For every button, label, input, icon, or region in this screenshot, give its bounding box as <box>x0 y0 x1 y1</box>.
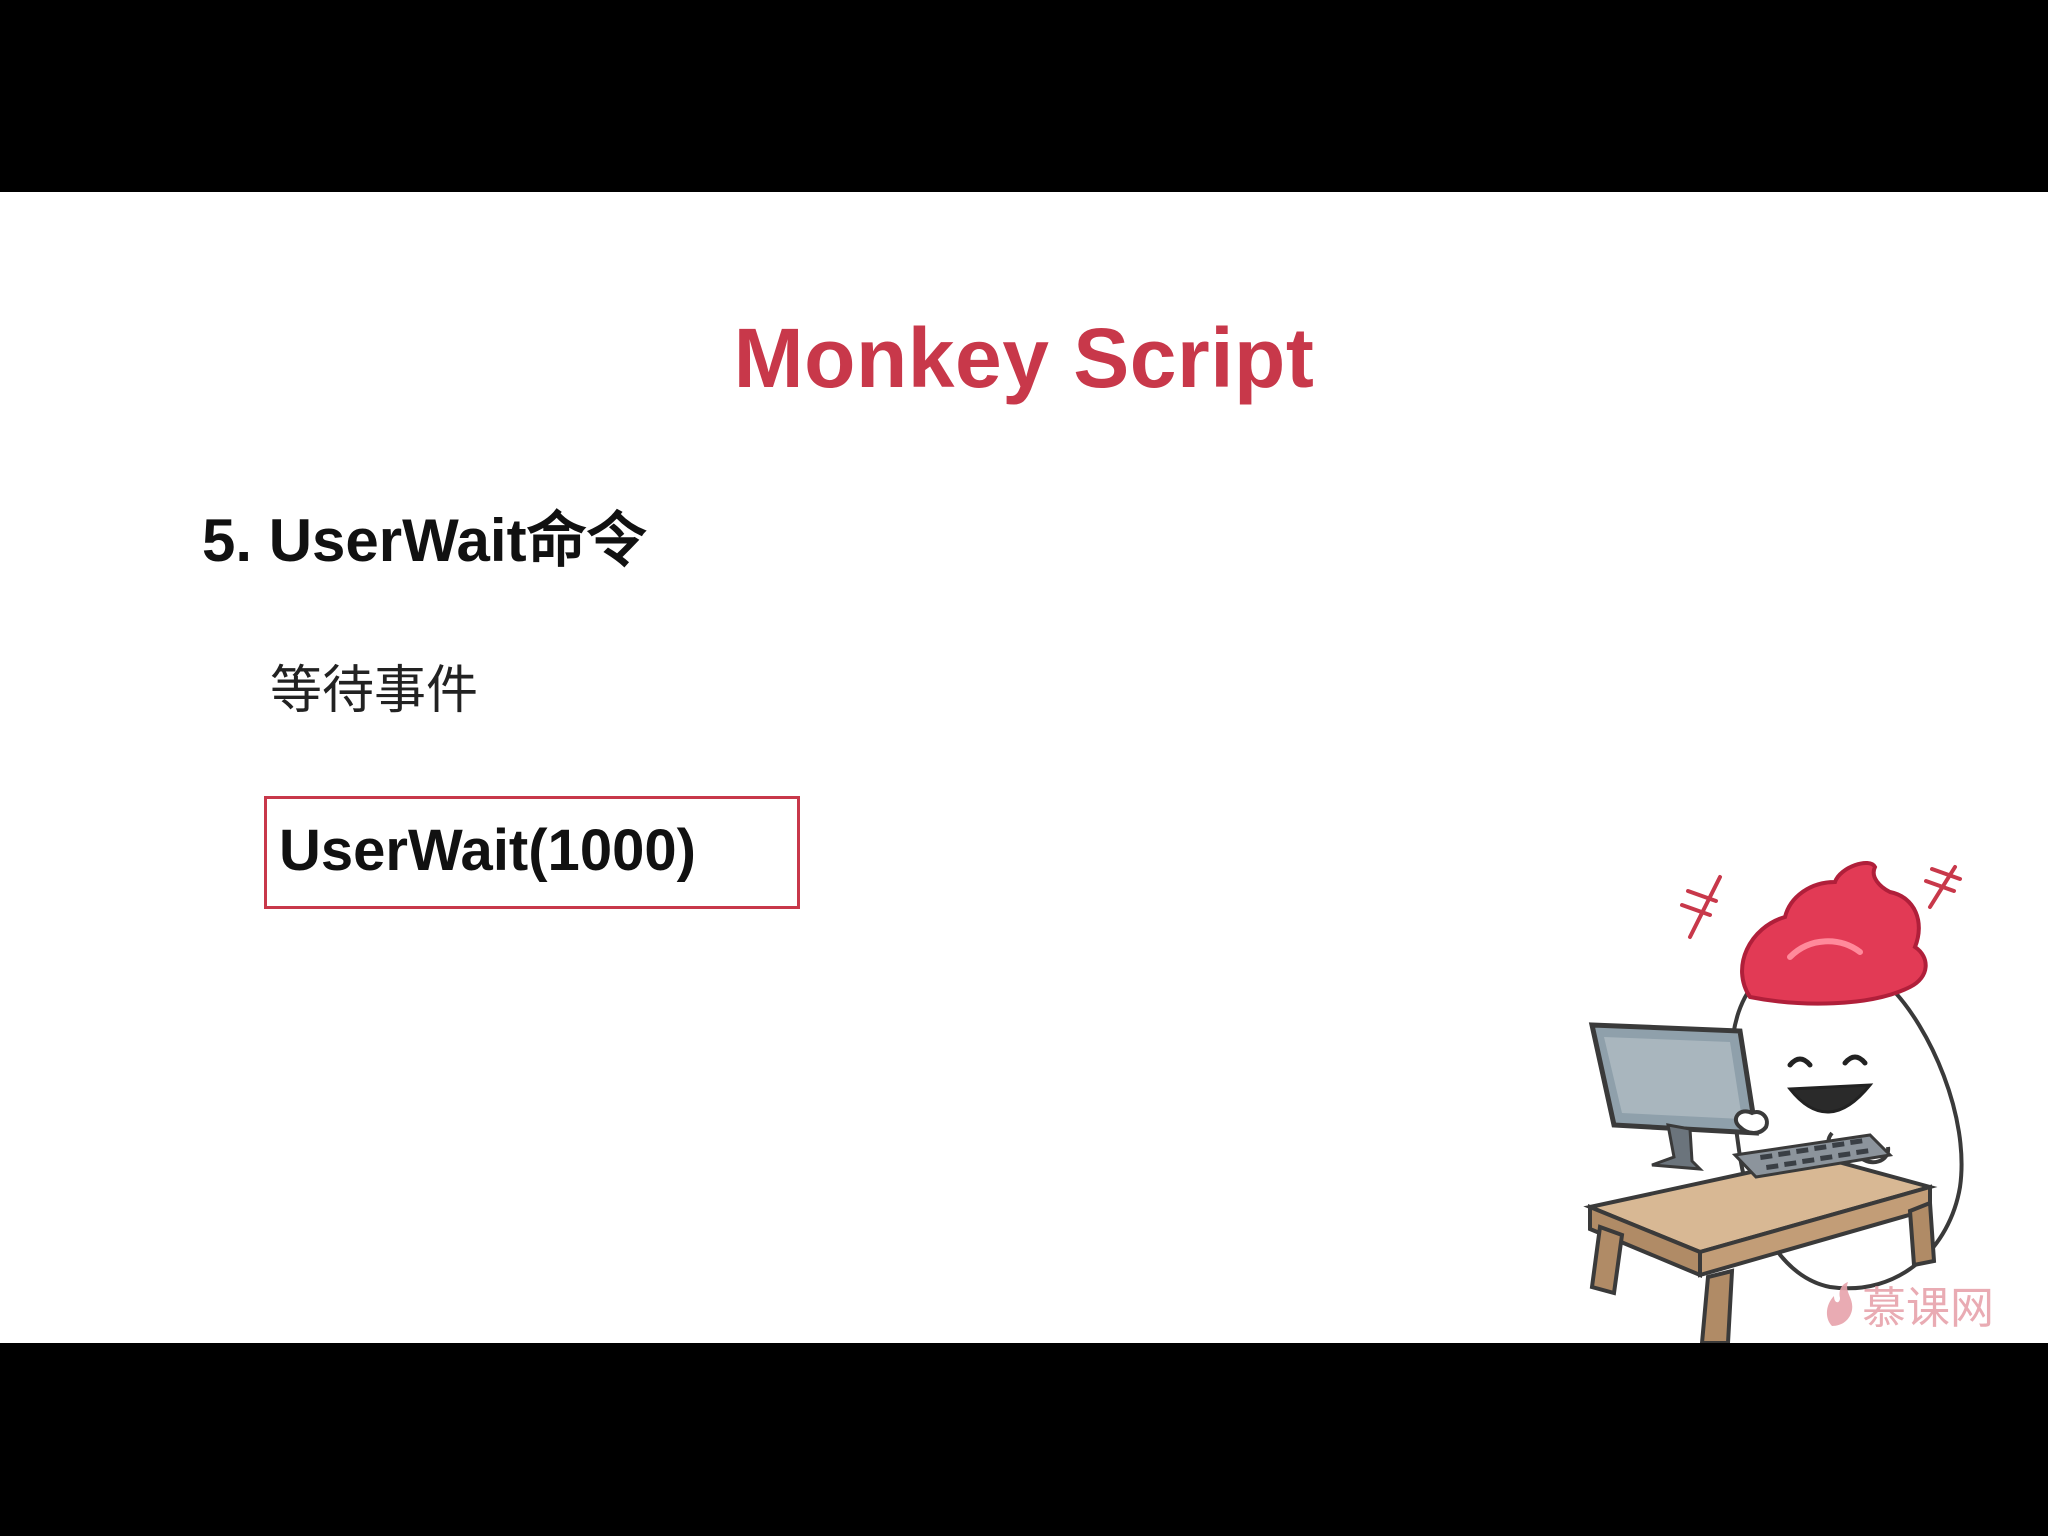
video-frame: Monkey Script 5. UserWait命令 等待事件 UserWai… <box>0 0 2048 1536</box>
sparkle-left-icon <box>1680 875 1722 939</box>
site-watermark: 慕课网 <box>1822 1272 1994 1336</box>
presentation-slide: Monkey Script 5. UserWait命令 等待事件 UserWai… <box>0 192 2048 1343</box>
command-description: 等待事件 <box>270 661 479 721</box>
letterbox-top <box>0 0 2048 192</box>
flame-logo-icon <box>1826 1282 1853 1326</box>
mascot-at-computer-illustration <box>1583 861 1964 1343</box>
code-example-text: UserWait(1000) <box>279 818 696 883</box>
letterbox-bottom <box>0 1343 2048 1536</box>
watermark-text: 慕课网 <box>1862 1283 1994 1334</box>
code-example-box: UserWait(1000) <box>264 796 800 909</box>
sparkle-right-icon <box>1924 865 1962 909</box>
slide-title: Monkey Script <box>733 311 1315 405</box>
section-heading: 5. UserWait命令 <box>202 507 647 574</box>
